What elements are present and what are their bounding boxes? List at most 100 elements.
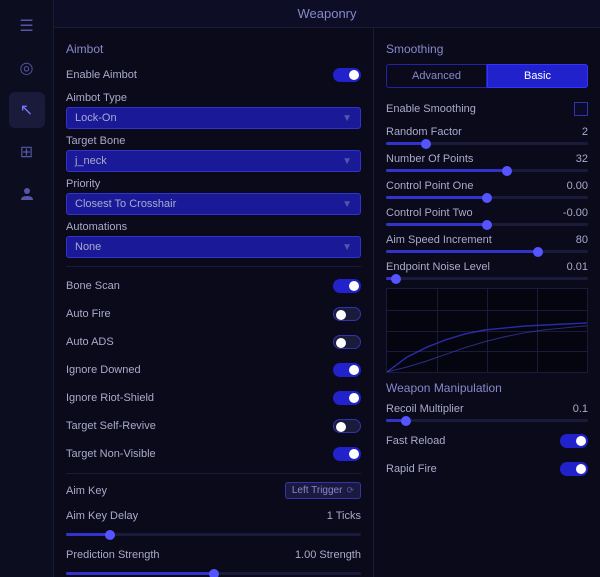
enable-smoothing-label: Enable Smoothing bbox=[386, 103, 476, 115]
control-point-one-fill bbox=[386, 196, 487, 199]
num-points-slider[interactable] bbox=[386, 169, 588, 172]
auto-ads-row: Auto ADS bbox=[66, 331, 361, 353]
control-point-two-row: Control Point Two -0.00 bbox=[386, 207, 588, 219]
enable-aimbot-row: Enable Aimbot bbox=[66, 64, 361, 86]
sidebar-crosshair[interactable]: ◎ bbox=[9, 50, 45, 86]
control-point-one-thumb[interactable] bbox=[482, 193, 492, 203]
aim-speed-thumb[interactable] bbox=[533, 247, 543, 257]
recoil-multiplier-track bbox=[386, 419, 588, 422]
aimbot-type-value: Lock-On bbox=[75, 112, 117, 124]
priority-arrow: ▼ bbox=[342, 199, 352, 210]
num-points-row: Number Of Points 32 bbox=[386, 153, 588, 165]
control-point-one-value: 0.00 bbox=[553, 180, 588, 192]
target-nonvisible-label: Target Non-Visible bbox=[66, 448, 156, 460]
aim-key-delay-value: 1 Ticks bbox=[327, 510, 361, 522]
automations-label: Automations bbox=[66, 221, 361, 233]
rapid-fire-toggle[interactable] bbox=[560, 462, 588, 476]
num-points-value: 32 bbox=[553, 153, 588, 165]
endpoint-noise-slider[interactable] bbox=[386, 277, 588, 280]
aim-speed-row: Aim Speed Increment 80 bbox=[386, 234, 588, 246]
num-points-thumb[interactable] bbox=[502, 166, 512, 176]
random-factor-value: 2 bbox=[553, 126, 588, 138]
enable-aimbot-toggle[interactable] bbox=[333, 68, 361, 82]
control-point-one-slider[interactable] bbox=[386, 196, 588, 199]
automations-dropdown[interactable]: None ▼ bbox=[66, 236, 361, 258]
chart-svg bbox=[387, 289, 588, 372]
num-points-track bbox=[386, 169, 588, 172]
tab-basic[interactable]: Basic bbox=[487, 64, 588, 88]
endpoint-noise-track bbox=[386, 277, 588, 280]
aimbot-section-header: Aimbot bbox=[66, 42, 361, 56]
sidebar-plus[interactable]: ⊞ bbox=[9, 134, 45, 170]
aim-speed-label: Aim Speed Increment bbox=[386, 234, 553, 246]
divider-2 bbox=[66, 473, 361, 474]
aim-key-delay-thumb[interactable] bbox=[105, 530, 115, 540]
ignore-downed-toggle[interactable] bbox=[333, 363, 361, 377]
fast-reload-toggle[interactable] bbox=[560, 434, 588, 448]
ignore-riotshield-toggle[interactable] bbox=[333, 391, 361, 405]
auto-fire-row: Auto Fire bbox=[66, 303, 361, 325]
control-point-two-value: -0.00 bbox=[553, 207, 588, 219]
fast-reload-row: Fast Reload bbox=[386, 430, 588, 452]
control-point-one-label: Control Point One bbox=[386, 180, 553, 192]
target-selfrevive-toggle[interactable] bbox=[333, 419, 361, 433]
prediction-strength-slider[interactable] bbox=[66, 572, 361, 575]
target-bone-arrow: ▼ bbox=[342, 156, 352, 167]
fast-reload-label: Fast Reload bbox=[386, 435, 445, 447]
sidebar: ☰ ◎ ↖ ⊞ bbox=[0, 0, 54, 577]
sidebar-cursor[interactable]: ↖ bbox=[9, 92, 45, 128]
control-point-two-thumb[interactable] bbox=[482, 220, 492, 230]
smoothing-section-header: Smoothing bbox=[386, 42, 588, 56]
recoil-multiplier-thumb[interactable] bbox=[401, 416, 411, 426]
weapon-manipulation-header: Weapon Manipulation bbox=[386, 381, 588, 395]
recoil-multiplier-row: Recoil Multiplier 0.1 bbox=[386, 403, 588, 415]
priority-dropdown[interactable]: Closest To Crosshair ▼ bbox=[66, 193, 361, 215]
sidebar-person[interactable] bbox=[9, 176, 45, 212]
priority-value: Closest To Crosshair bbox=[75, 198, 176, 210]
target-bone-dropdown[interactable]: j_neck ▼ bbox=[66, 150, 361, 172]
target-bone-value: j_neck bbox=[75, 155, 107, 167]
control-point-two-fill bbox=[386, 223, 487, 226]
divider-1 bbox=[66, 266, 361, 267]
recoil-multiplier-slider[interactable] bbox=[386, 419, 588, 422]
aimbot-type-dropdown[interactable]: Lock-On ▼ bbox=[66, 107, 361, 129]
endpoint-noise-value: 0.01 bbox=[553, 261, 588, 273]
target-nonvisible-row: Target Non-Visible bbox=[66, 443, 361, 465]
prediction-strength-thumb[interactable] bbox=[209, 569, 219, 577]
prediction-strength-track bbox=[66, 572, 361, 575]
smoothing-chart bbox=[386, 288, 588, 373]
main-panel: Weaponry Aimbot Enable Aimbot Aimbot Typ… bbox=[54, 0, 600, 577]
random-factor-thumb[interactable] bbox=[421, 139, 431, 149]
target-bone-label: Target Bone bbox=[66, 135, 361, 147]
random-factor-slider[interactable] bbox=[386, 142, 588, 145]
enable-smoothing-row: Enable Smoothing bbox=[386, 98, 588, 120]
bone-scan-row: Bone Scan bbox=[66, 275, 361, 297]
aim-speed-slider[interactable] bbox=[386, 250, 588, 253]
auto-fire-label: Auto Fire bbox=[66, 308, 111, 320]
random-factor-row: Random Factor 2 bbox=[386, 126, 588, 138]
enable-aimbot-label: Enable Aimbot bbox=[66, 69, 137, 81]
num-points-fill bbox=[386, 169, 507, 172]
bone-scan-toggle[interactable] bbox=[333, 279, 361, 293]
tab-advanced[interactable]: Advanced bbox=[386, 64, 487, 88]
aim-key-delay-track bbox=[66, 533, 361, 536]
endpoint-noise-thumb[interactable] bbox=[391, 274, 401, 284]
sidebar-menu[interactable]: ☰ bbox=[9, 8, 45, 44]
smoothing-tabs: Advanced Basic bbox=[386, 64, 588, 88]
prediction-strength-row: Prediction Strength 1.00 Strength bbox=[66, 544, 361, 566]
aim-key-delay-row: Aim Key Delay 1 Ticks bbox=[66, 505, 361, 527]
endpoint-noise-label: Endpoint Noise Level bbox=[386, 261, 553, 273]
control-point-two-slider[interactable] bbox=[386, 223, 588, 226]
auto-fire-toggle[interactable] bbox=[333, 307, 361, 321]
aimbot-type-arrow: ▼ bbox=[342, 113, 352, 124]
prediction-strength-value: 1.00 Strength bbox=[295, 549, 361, 561]
enable-smoothing-checkbox[interactable] bbox=[574, 102, 588, 116]
aim-key-badge[interactable]: Left Trigger ⟳ bbox=[285, 482, 361, 499]
bone-scan-label: Bone Scan bbox=[66, 280, 120, 292]
aim-key-delay-slider[interactable] bbox=[66, 533, 361, 536]
target-nonvisible-toggle[interactable] bbox=[333, 447, 361, 461]
aim-key-label: Aim Key bbox=[66, 485, 107, 497]
control-point-one-row: Control Point One 0.00 bbox=[386, 180, 588, 192]
auto-ads-toggle[interactable] bbox=[333, 335, 361, 349]
target-selfrevive-label: Target Self-Revive bbox=[66, 420, 156, 432]
